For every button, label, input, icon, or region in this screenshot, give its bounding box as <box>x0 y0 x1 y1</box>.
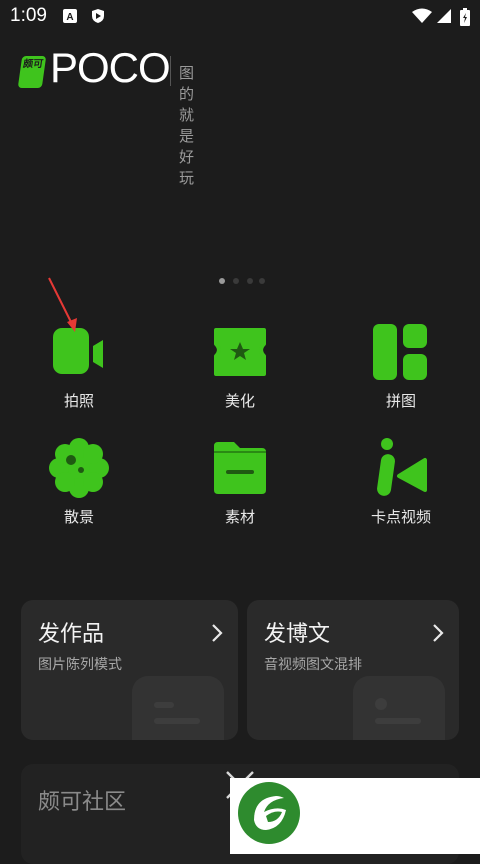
feature-label: 美化 <box>224 392 255 410</box>
feature-label: 散景 <box>63 508 94 526</box>
svg-text:A: A <box>66 12 73 23</box>
beat-video-icon <box>371 438 431 498</box>
chevron-right-icon <box>210 622 224 644</box>
card-title: 发博文 <box>264 622 331 647</box>
status-bar: 1:09 A <box>0 0 480 34</box>
feature-label: 拍照 <box>63 392 94 410</box>
logo-badge: 颇可 <box>17 56 47 88</box>
feature-bokeh[interactable]: 散景 <box>24 438 134 527</box>
header-divider <box>170 56 171 86</box>
collage-icon <box>371 322 431 382</box>
card-subtitle: 图片陈列模式 <box>38 657 122 673</box>
feature-beautify[interactable]: 美化 <box>185 322 295 411</box>
page-dot <box>233 278 239 284</box>
folder-icon <box>210 438 270 498</box>
page-dot <box>259 278 265 284</box>
card-decoration <box>353 676 445 740</box>
logo-badge-text: 颇可 <box>22 59 44 70</box>
feature-label: 拼图 <box>385 392 416 410</box>
a-badge-icon: A <box>62 8 78 24</box>
watermark-logo <box>230 778 480 854</box>
post-blog-card[interactable]: 发博文 音视频图文混排 <box>247 600 459 740</box>
page-dot-active <box>219 278 225 284</box>
status-time: 1:09 <box>10 5 47 26</box>
shield-icon <box>90 8 106 24</box>
page-dot <box>247 278 253 284</box>
chevron-right-icon <box>431 622 445 644</box>
feature-label: 素材 <box>224 508 255 526</box>
feature-beat-video[interactable]: 卡点视频 <box>346 438 456 527</box>
signal-icon <box>436 8 452 24</box>
card-decoration <box>132 676 224 740</box>
post-work-card[interactable]: 发作品 图片陈列模式 <box>21 600 238 740</box>
bokeh-flower-icon <box>49 438 109 498</box>
card-title: 发作品 <box>38 622 105 647</box>
battery-icon <box>460 8 470 26</box>
watermark-leaf-icon <box>236 780 302 846</box>
page-indicator <box>219 278 269 286</box>
star-ticket-icon <box>210 322 270 382</box>
feature-label: 卡点视频 <box>370 508 431 526</box>
wifi-icon <box>412 8 432 24</box>
card-subtitle: 音视频图文混排 <box>264 657 362 673</box>
annotation-arrow <box>45 276 85 336</box>
slogan: 图的就是好玩 <box>179 64 195 187</box>
feature-collage[interactable]: 拼图 <box>346 322 456 411</box>
logo-text: POCO <box>50 44 171 91</box>
community-title: 颇可社区 <box>38 790 127 815</box>
feature-materials[interactable]: 素材 <box>185 438 295 527</box>
